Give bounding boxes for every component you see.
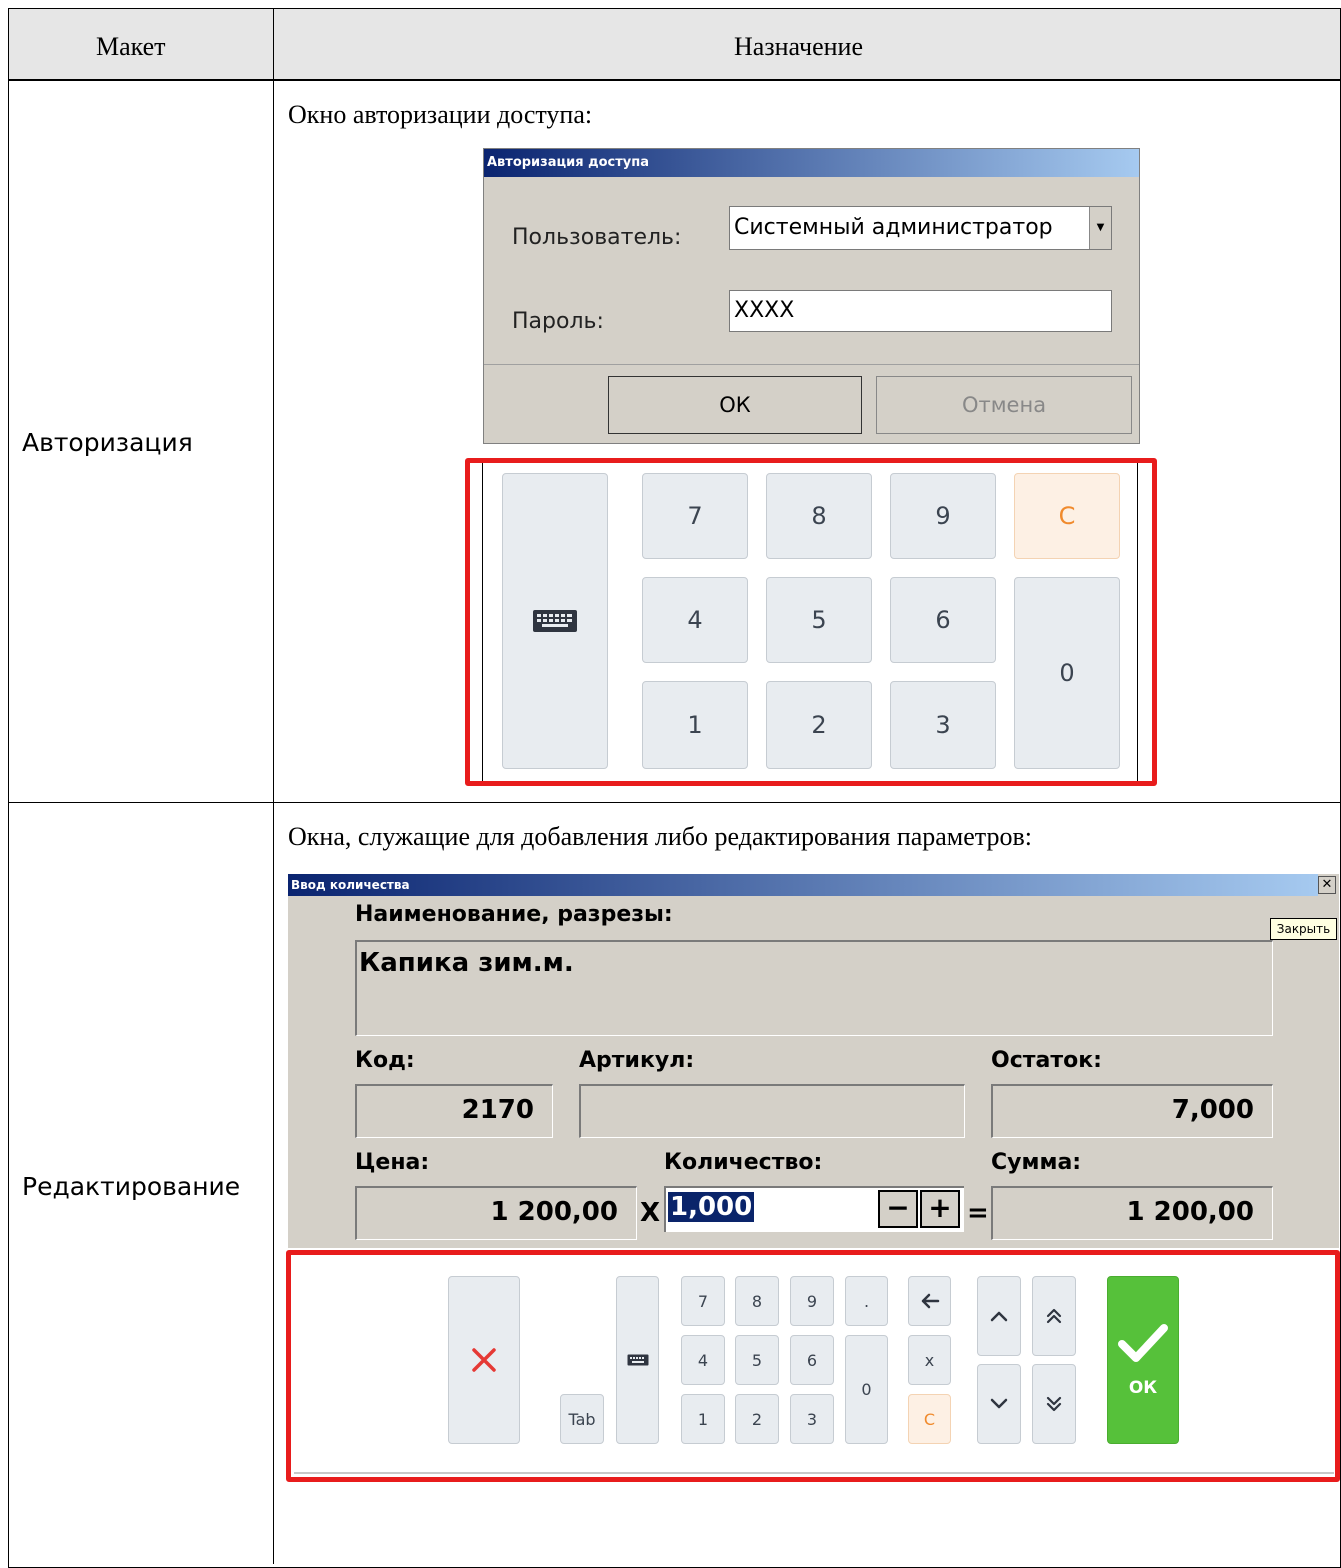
key-5[interactable]: 5 [766,577,872,663]
key-1[interactable]: 1 [681,1394,725,1444]
keypad-edge-right [1137,463,1138,781]
equals-sign: = [967,1198,989,1228]
keypad-edge-left [482,463,483,781]
stock-label: Остаток: [991,1048,1102,1073]
page-down-key[interactable] [1032,1364,1076,1444]
user-label: Пользователь: [512,225,682,250]
cancel-key[interactable] [448,1276,520,1444]
multiply-key[interactable]: x [908,1335,951,1385]
article-field [579,1084,965,1138]
ok-key-label: ОК [1128,1378,1158,1398]
close-icon [472,1348,496,1372]
checkmark-icon [1118,1324,1168,1362]
clear-key[interactable]: С [908,1394,951,1444]
key-4[interactable]: 4 [681,1335,725,1385]
sum-label: Сумма: [991,1150,1082,1175]
key-0[interactable]: 0 [845,1335,888,1444]
backspace-key[interactable] [908,1276,951,1326]
key-8[interactable]: 8 [766,473,872,559]
up-key[interactable] [977,1276,1021,1356]
chevron-down-icon[interactable]: ▼ [1089,207,1111,249]
code-field: 2170 [355,1084,553,1138]
key-2[interactable]: 2 [735,1394,779,1444]
row-name-authorization: Авторизация [22,428,193,457]
keyboard-icon [533,610,577,632]
increment-button[interactable]: + [920,1190,960,1228]
price-field: 1 200,00 [355,1186,637,1240]
quantity-input[interactable]: 1,000 − + [664,1186,964,1232]
ok-key[interactable]: ОК [1107,1276,1179,1444]
keyboard-button[interactable] [502,473,608,769]
keyboard-icon [627,1354,648,1366]
row-divider [8,802,1341,803]
price-label: Цена: [355,1150,430,1175]
row-description: Окна, служащие для добавления либо редак… [288,822,1032,851]
key-5[interactable]: 5 [735,1335,779,1385]
auth-dialog: Авторизация доступа Пользователь: Систем… [483,148,1140,444]
double-chevron-down-icon [1046,1396,1062,1412]
code-label: Код: [355,1048,415,1073]
key-4[interactable]: 4 [642,577,748,663]
dialog-separator [484,364,1139,365]
user-select-value: Системный администратор [734,215,1053,240]
key-0[interactable]: 0 [1014,577,1120,769]
decrement-button[interactable]: − [878,1190,918,1228]
password-label: Пароль: [512,309,604,334]
key-7[interactable]: 7 [681,1276,725,1326]
column-header-purpose: Назначение [734,32,863,61]
row-name-editing: Редактирование [22,1172,241,1201]
page-up-key[interactable] [1032,1276,1076,1356]
close-tooltip: Закрыть [1270,918,1337,940]
user-select[interactable]: Системный администратор ▼ [729,206,1112,250]
name-label: Наименование, разрезы: [355,902,673,927]
cancel-button[interactable]: Отмена [876,376,1132,434]
column-divider [273,8,274,1564]
key-7[interactable]: 7 [642,473,748,559]
stock-field: 7,000 [991,1084,1273,1138]
multiply-sign: X [640,1198,661,1228]
quantity-value: 1,000 [668,1192,755,1222]
key-3[interactable]: 3 [890,681,996,769]
chevron-down-icon [990,1398,1008,1409]
key-6[interactable]: 6 [890,577,996,663]
quantity-label: Количество: [664,1150,823,1175]
password-field[interactable]: XXXX [729,290,1112,332]
key-9[interactable]: 9 [890,473,996,559]
key-2[interactable]: 2 [766,681,872,769]
header-divider [8,80,1341,81]
row-description: Окно авторизации доступа: [288,100,593,129]
key-1[interactable]: 1 [642,681,748,769]
key-8[interactable]: 8 [735,1276,779,1326]
keyboard-button[interactable] [616,1276,659,1444]
name-field: Капика зим.м. [355,940,1273,1036]
keypad-bottom-edge [294,1472,1334,1474]
clear-key[interactable]: С [1014,473,1120,559]
dialog-title: Авторизация доступа [484,149,1139,177]
ok-button[interactable]: ОК [608,376,862,434]
sum-field: 1 200,00 [991,1186,1273,1240]
article-label: Артикул: [579,1048,695,1073]
dot-key[interactable]: . [845,1276,888,1326]
key-6[interactable]: 6 [790,1335,834,1385]
key-3[interactable]: 3 [790,1394,834,1444]
chevron-up-icon [990,1311,1008,1322]
column-header-layout: Макет [96,32,166,61]
close-icon[interactable]: ✕ [1318,876,1336,894]
double-chevron-up-icon [1046,1308,1062,1324]
arrow-left-icon [921,1293,939,1309]
key-9[interactable]: 9 [790,1276,834,1326]
dialog-title: Ввод количества [288,874,1318,896]
down-key[interactable] [977,1364,1021,1444]
tab-key[interactable]: Tab [560,1394,604,1444]
